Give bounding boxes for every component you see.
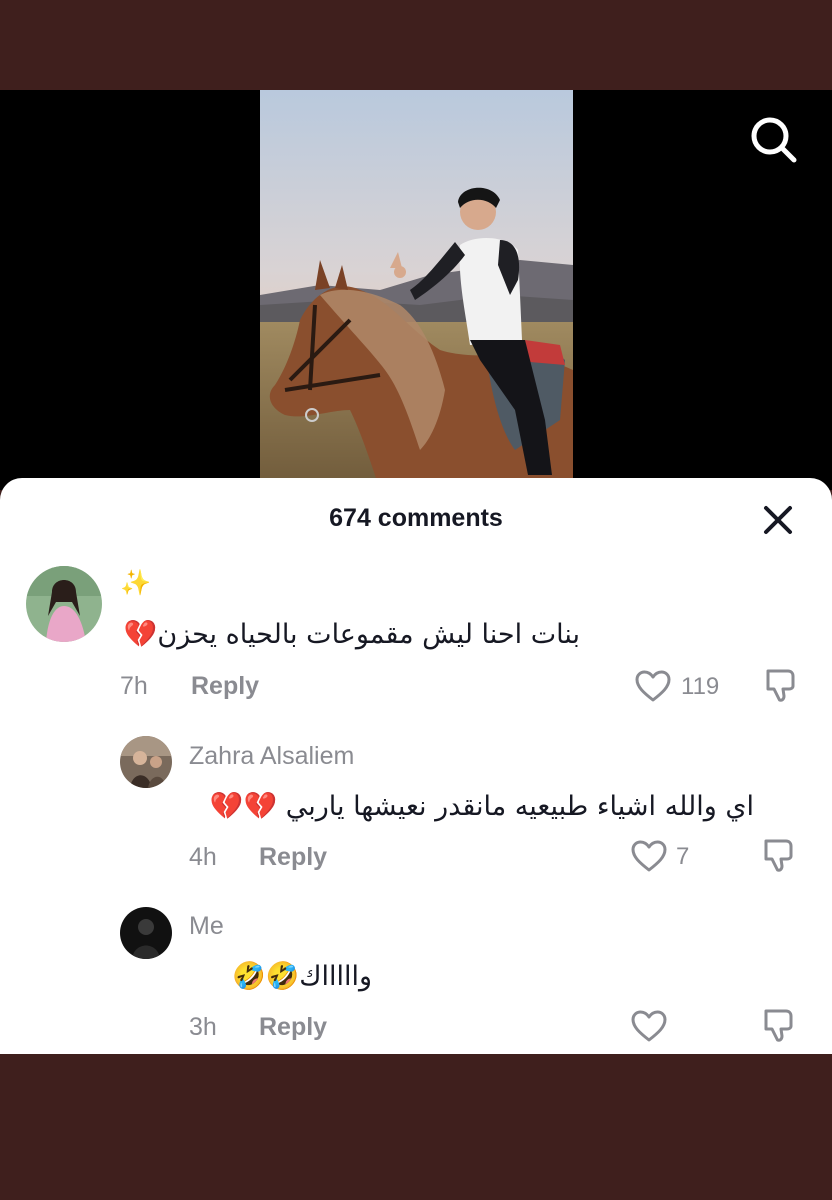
close-icon: [764, 506, 792, 534]
avatar[interactable]: [120, 736, 172, 788]
search-icon: [751, 117, 797, 163]
avatar[interactable]: [120, 907, 172, 959]
avatar[interactable]: [26, 566, 102, 642]
comments-sheet: 674 comments ✨ بنات احنا ليش مقموعات بال…: [0, 478, 832, 1054]
comment-username[interactable]: ✨: [120, 568, 151, 598]
reply-button[interactable]: Reply: [259, 843, 327, 872]
reply-button[interactable]: Reply: [259, 1013, 327, 1042]
top-background-band: [0, 0, 832, 90]
like-count: 7: [676, 843, 690, 870]
comment-username[interactable]: Me: [189, 912, 224, 941]
thumbs-down-icon[interactable]: [760, 837, 796, 873]
heart-icon[interactable]: [630, 1009, 668, 1043]
search-button[interactable]: [748, 114, 798, 164]
thumbs-down-icon[interactable]: [762, 667, 798, 703]
comment-username[interactable]: Zahra Alsaliem: [189, 742, 354, 771]
thumbs-down-icon[interactable]: [760, 1007, 796, 1043]
video-thumbnail: [260, 90, 573, 490]
comments-count-title: 674 comments: [329, 504, 503, 532]
heart-icon[interactable]: [630, 839, 668, 873]
comment-time: 3h: [189, 1013, 217, 1041]
like-count: 119: [681, 673, 720, 700]
comment-text: اي والله اشياء طبيعيه مانقدر نعيشها يارب…: [209, 791, 754, 822]
video-player[interactable]: [0, 90, 832, 490]
reply-button[interactable]: Reply: [191, 672, 259, 701]
close-button[interactable]: [758, 500, 798, 540]
comment-text: واااااك🤣🤣: [231, 961, 372, 992]
comment-time: 7h: [120, 672, 148, 700]
heart-icon[interactable]: [634, 669, 672, 703]
comment-time: 4h: [189, 843, 217, 871]
comment-text: بنات احنا ليش مقموعات بالحياه يحزن💔: [123, 619, 580, 650]
bottom-background-band: [0, 1054, 832, 1200]
